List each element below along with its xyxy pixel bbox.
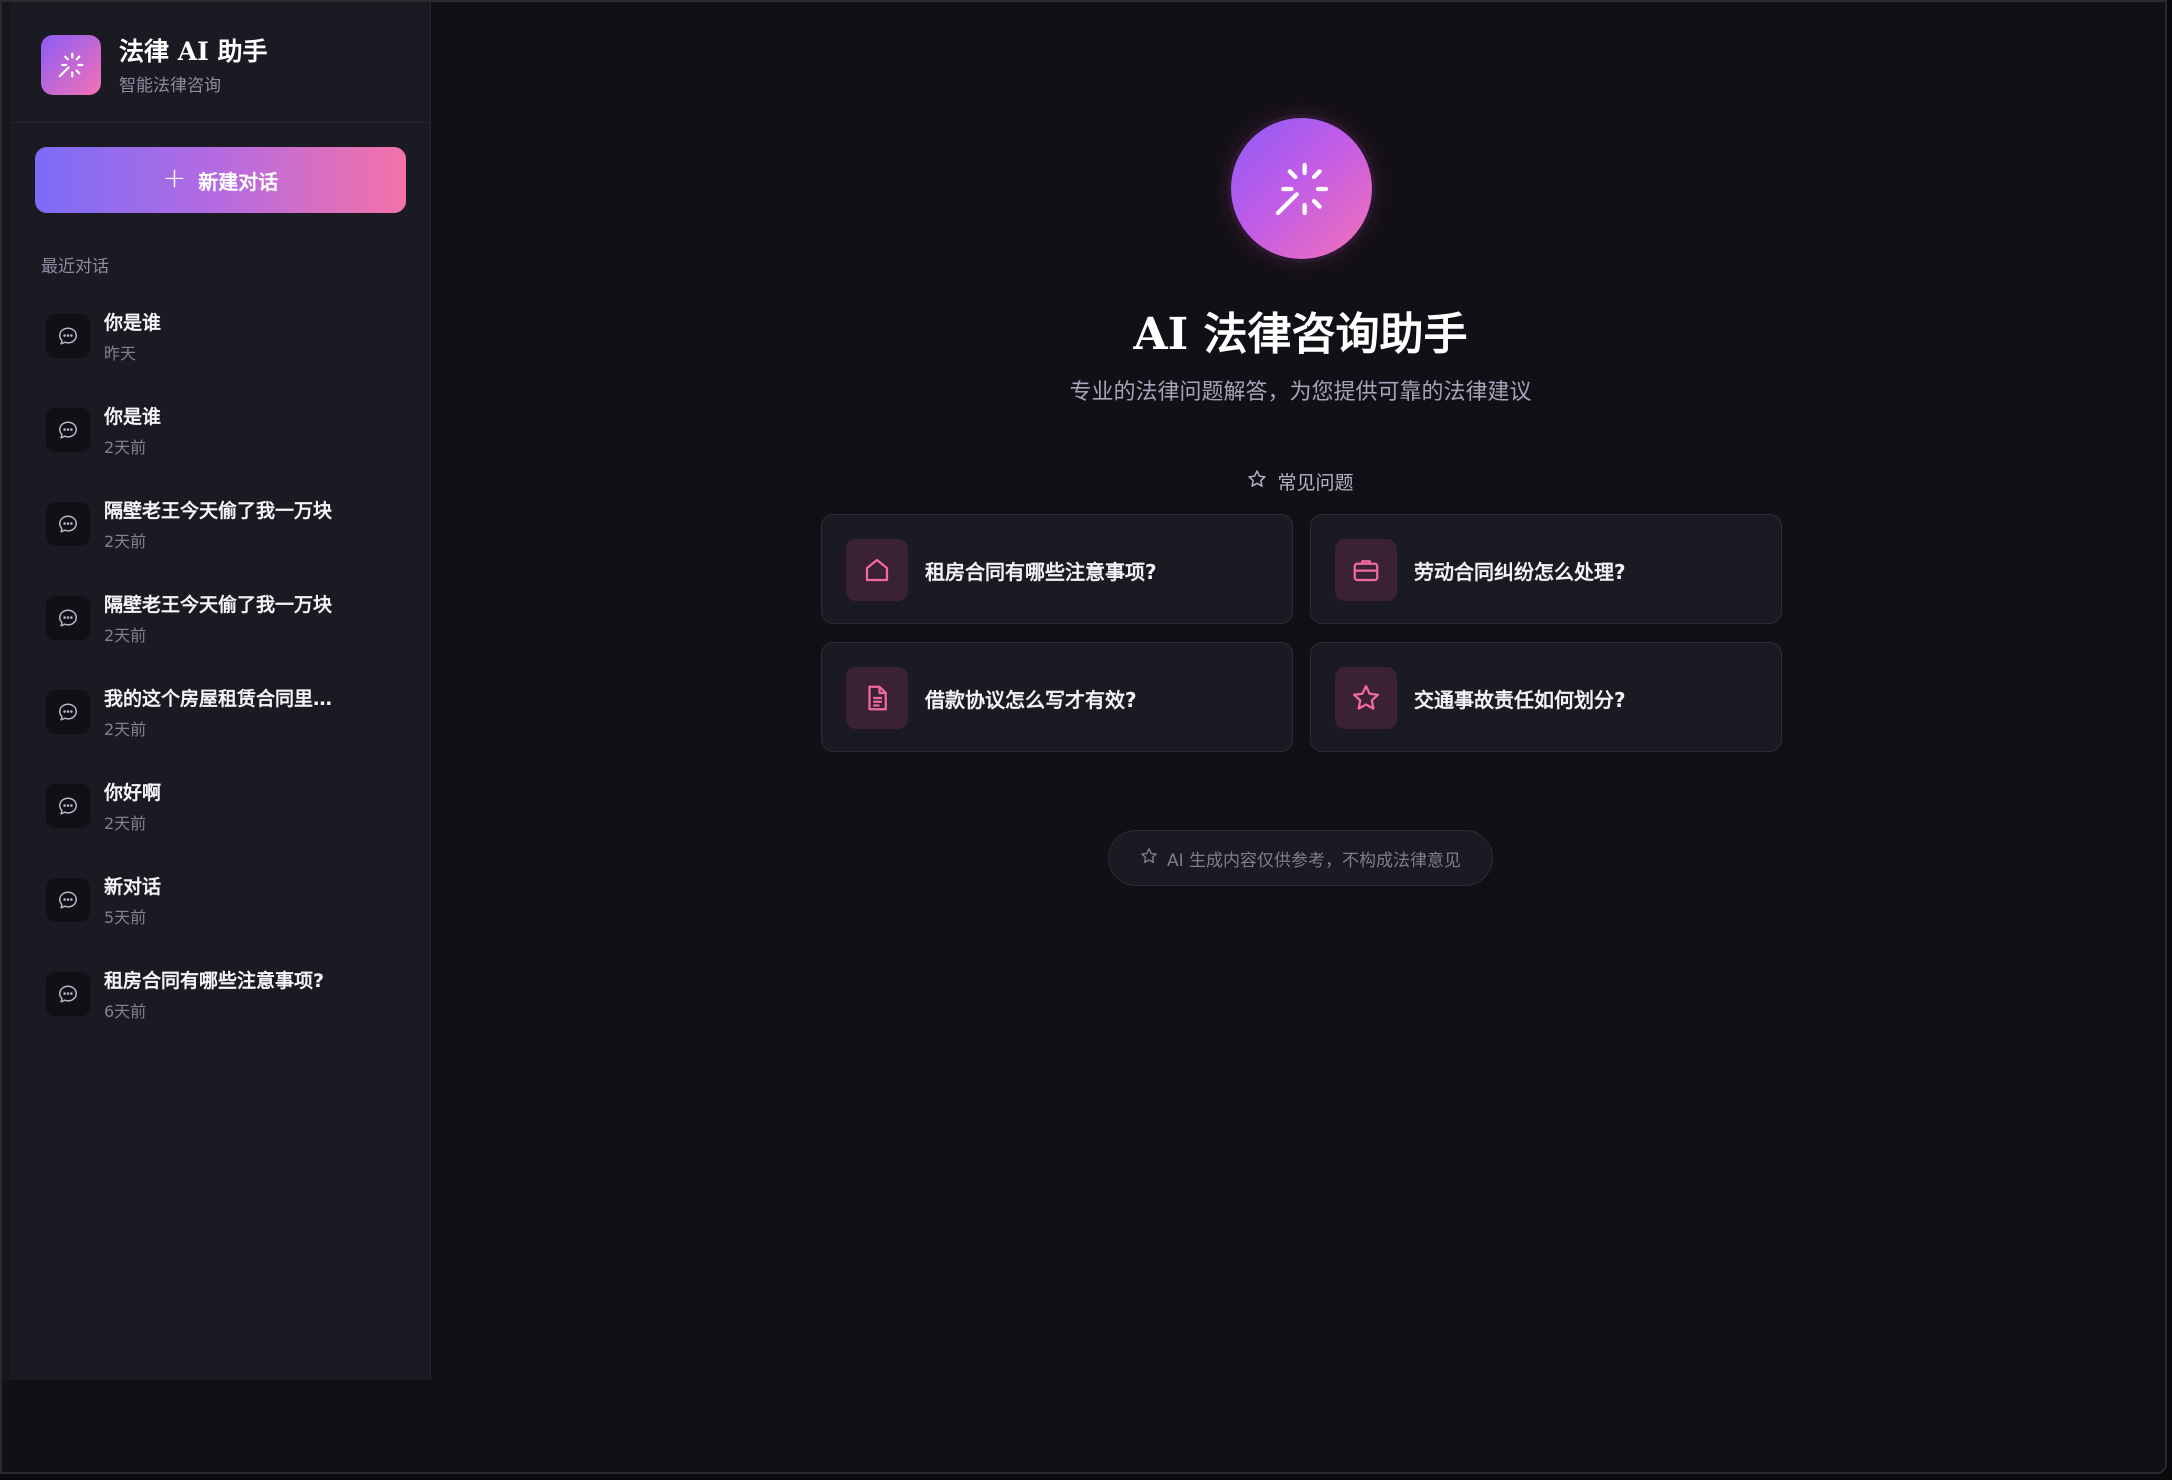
conversation-list: 你是谁 昨天 你是谁 2天前 隔壁老王今天偷了我一万块 2天前 隔壁老王今天偷了我一万块 2天… [10,296,431,1048]
chat-bubble-icon [46,784,90,828]
conversation-item[interactable]: 你是谁 昨天 [10,296,431,390]
conversation-item[interactable]: 你好啊 2天前 [10,766,431,860]
conversation-item[interactable]: 隔壁老王今天偷了我一万块 2天前 [10,578,431,672]
conversation-title: 你是谁 [104,312,162,334]
conversation-item[interactable]: 你是谁 2天前 [10,390,431,484]
conversation-time: 2天前 [104,438,147,457]
faq-card-text: 劳动合同纠纷怎么处理? [1414,559,1626,584]
plus-icon: + [162,161,187,194]
star-outline-icon [1247,469,1267,494]
conversation-time: 6天前 [104,1002,147,1021]
conversation-title: 我的这个房屋租赁合同里… [104,688,333,710]
chat-bubble-icon [46,690,90,734]
chat-bubble-icon [46,314,90,358]
sparkle-icon [41,35,101,95]
conversation-title: 你是谁 [104,406,162,428]
disclaimer-badge: AI 生成内容仅供参考，不构成法律意见 [1108,830,1493,886]
window-edge [2,2,10,1380]
chat-bubble-icon [46,408,90,452]
faq-card-traffic[interactable]: 交通事故责任如何划分? [1310,642,1782,752]
conversation-title: 租房合同有哪些注意事项? [104,970,325,992]
app-subtitle: 智能法律咨询 [119,76,221,96]
faq-card-text: 借款协议怎么写才有效? [925,687,1137,712]
conversation-time: 昨天 [104,344,137,363]
house-icon [846,539,908,601]
faq-card-rental[interactable]: 租房合同有哪些注意事项? [821,514,1293,624]
star-outline-icon [1140,847,1158,870]
chat-bubble-icon [46,502,90,546]
page-title: AI 法律咨询助手 [1133,309,1468,360]
star-icon [1335,667,1397,729]
new-chat-button[interactable]: + 新建对话 [35,147,406,213]
document-icon [846,667,908,729]
briefcase-icon [1335,539,1397,601]
conversation-time: 2天前 [104,532,147,551]
page-subtitle: 专业的法律问题解答，为您提供可靠的法律建议 [1069,380,1532,405]
conversation-title: 隔壁老王今天偷了我一万块 [104,500,333,522]
conversation-time: 2天前 [104,814,147,833]
app-window: 法律 AI 助手 智能法律咨询 + 新建对话 最近对话 你是谁 昨天 你是谁 2天前隔… [0,0,2167,1474]
conversation-item[interactable]: 租房合同有哪些注意事项? 6天前 [10,954,431,1048]
disclaimer-text: AI 生成内容仅供参考，不构成法律意见 [1166,850,1462,871]
faq-card-text: 交通事故责任如何划分? [1414,687,1626,712]
faq-heading-label: 常见问题 [1277,472,1354,494]
chat-bubble-icon [46,878,90,922]
chat-bubble-icon [46,972,90,1016]
conversation-item[interactable]: 我的这个房屋租赁合同里… 2天前 [10,672,431,766]
app-title: 法律 AI 助手 [119,37,268,66]
faq-heading: 常见问题 [432,468,2165,495]
conversation-title: 你好啊 [104,782,162,804]
brand-header: 法律 AI 助手 智能法律咨询 [10,2,431,123]
conversation-item[interactable]: 隔壁老王今天偷了我一万块 2天前 [10,484,431,578]
sparkle-icon [1231,118,1372,259]
conversation-time: 5天前 [104,908,147,927]
chat-bubble-icon [46,596,90,640]
conversation-title: 隔壁老王今天偷了我一万块 [104,594,333,616]
faq-card-text: 租房合同有哪些注意事项? [925,559,1157,584]
faq-card-loan[interactable]: 借款协议怎么写才有效? [821,642,1293,752]
conversation-title: 新对话 [104,876,162,898]
conversation-item[interactable]: 新对话 5天前 [10,860,431,954]
faq-card-labor[interactable]: 劳动合同纠纷怎么处理? [1310,514,1782,624]
sidebar: 法律 AI 助手 智能法律咨询 + 新建对话 最近对话 你是谁 昨天 你是谁 2天前隔… [10,2,431,1380]
recent-conversations-label: 最近对话 [41,257,109,277]
conversation-time: 2天前 [104,626,147,645]
bottom-area [2,1380,2165,1472]
main-panel: AI 法律咨询助手 专业的法律问题解答，为您提供可靠的法律建议 常见问题 租房合… [432,2,2165,1380]
conversation-time: 2天前 [104,720,147,739]
new-chat-label: 新建对话 [198,169,279,194]
